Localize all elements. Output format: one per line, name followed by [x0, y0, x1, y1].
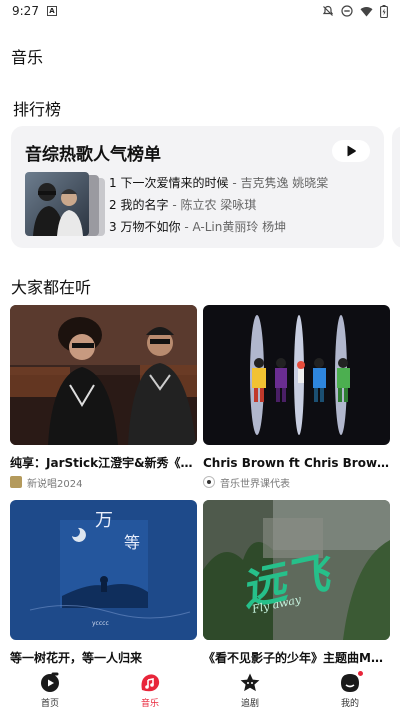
channel-name: 音乐世界课代表 — [220, 478, 290, 490]
channel-name: 新说唱2024 — [27, 478, 83, 490]
chart-cover-stack — [25, 172, 105, 236]
notification-badge — [357, 670, 364, 677]
chart-song-row[interactable]: 1 下一次爱情来的时候 - 吉克隽逸 姚晓棠 — [109, 172, 328, 194]
video-title: 《看不见影子的少年》主题曲MV… — [203, 651, 390, 665]
video-title: Chris Brown ft Chris Brown ft ク… — [203, 456, 390, 470]
svg-text:万: 万 — [95, 510, 113, 531]
video-meta: 新说唱2024 — [10, 475, 197, 490]
nav-item-drama[interactable]: 追剧 — [200, 668, 300, 711]
song-name: 下一次爱情来的时候 — [120, 176, 229, 190]
video-thumbnail — [203, 305, 390, 445]
dnd-icon — [341, 5, 353, 17]
play-button[interactable] — [332, 140, 370, 162]
nav-label: 首页 — [40, 699, 59, 709]
video-tile[interactable]: 万 等 ycccc 等一树花开，等一人归来 — [10, 500, 197, 666]
song-name: 万物不如你 — [120, 220, 181, 234]
svg-text:等: 等 — [124, 533, 140, 552]
battery-icon — [380, 4, 388, 18]
chart-song-row[interactable]: 3 万物不如你 - A-Lin黄丽玲 杨坤 — [109, 216, 328, 238]
song-rank: 2 — [109, 198, 117, 212]
page-title: 音乐 — [11, 48, 44, 67]
notification-icon: A — [46, 6, 57, 16]
home-disc-icon — [39, 672, 61, 694]
nav-item-music[interactable]: 音乐 — [100, 668, 200, 711]
chart-song-row[interactable]: 2 我的名字 - 陈立农 梁咏琪 — [109, 194, 328, 216]
song-artist: - 陈立农 梁咏琪 — [172, 198, 257, 212]
ranking-section-title: 排行榜 — [13, 100, 62, 119]
chart-cover-image — [25, 172, 89, 236]
song-artist: - 吉克隽逸 姚晓棠 — [232, 176, 329, 190]
profile-icon — [339, 670, 364, 694]
song-rank: 1 — [109, 176, 117, 190]
video-thumbnail — [10, 305, 197, 445]
music-icon — [139, 672, 161, 694]
song-name: 我的名字 — [120, 198, 169, 212]
next-chart-card-peek[interactable] — [392, 126, 400, 248]
song-rank: 3 — [109, 220, 117, 234]
nav-label: 我的 — [340, 699, 359, 709]
video-thumbnail: 远飞 Fly away — [203, 500, 390, 640]
mute-icon — [322, 5, 334, 16]
chart-card[interactable]: 音综热歌人气榜单 1 下一次爱情来的时候 - 吉克隽逸 姚晓棠 2 我的名字 -… — [11, 126, 384, 248]
nav-label: 追剧 — [240, 699, 259, 709]
video-tile[interactable]: Chris Brown ft Chris Brown ft ク… 音乐世界课代表 — [203, 305, 390, 490]
channel-avatar — [203, 476, 215, 488]
wifi-icon — [360, 6, 373, 16]
video-meta: 音乐世界课代表 — [203, 475, 390, 490]
chart-song-list: 1 下一次爱情来的时候 - 吉克隽逸 姚晓棠 2 我的名字 - 陈立农 梁咏琪 … — [109, 172, 328, 238]
nav-label: 音乐 — [140, 699, 159, 709]
video-title: 等一树花开，等一人归来 — [10, 651, 143, 665]
status-bar: 9:27 A — [0, 0, 400, 22]
svg-text:ycccc: ycccc — [92, 620, 109, 627]
listening-section-title: 大家都在听 — [11, 278, 92, 297]
video-tile[interactable]: 远飞 Fly away 《看不见影子的少年》主题曲MV… — [203, 500, 390, 666]
chart-card-title: 音综热歌人气榜单 — [25, 145, 161, 165]
nav-item-profile[interactable]: 我的 — [300, 668, 400, 711]
channel-avatar — [10, 476, 22, 488]
nav-item-home[interactable]: 首页 — [0, 668, 100, 711]
bottom-navigation: 首页 音乐 追剧 我的 — [0, 668, 400, 711]
star-icon — [239, 672, 261, 694]
status-time: 9:27 — [12, 4, 39, 18]
play-icon — [347, 145, 356, 157]
video-thumbnail: 万 等 ycccc — [10, 500, 197, 640]
video-tile[interactable]: 纯享：JarStick江澄宇&新秀《成… 新说唱2024 — [10, 305, 197, 490]
video-title: 纯享：JarStick江澄宇&新秀《成… — [10, 456, 197, 470]
song-artist: - A-Lin黄丽玲 杨坤 — [184, 220, 287, 234]
